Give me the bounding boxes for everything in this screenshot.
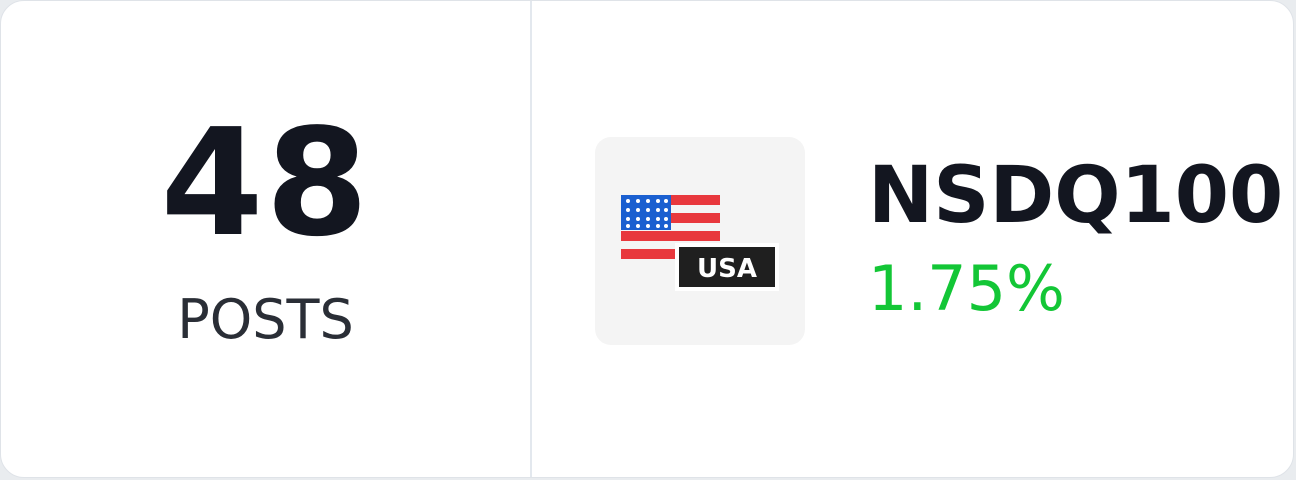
usa-badge-text: USA (697, 254, 757, 284)
posts-stat[interactable]: 48 POSTS (1, 1, 530, 477)
posts-label: POSTS (177, 288, 354, 351)
instrument-change: 1.75% (868, 252, 1065, 325)
instrument-item[interactable]: USA NSDQ100 1.75% (532, 1, 1293, 477)
usa-flag-icon: USA (595, 137, 805, 345)
instrument-symbol: NSDQ100 (868, 151, 1284, 241)
stats-card: 48 POSTS USA NSDQ100 1.75% (0, 0, 1294, 478)
posts-count: 48 (160, 97, 371, 269)
